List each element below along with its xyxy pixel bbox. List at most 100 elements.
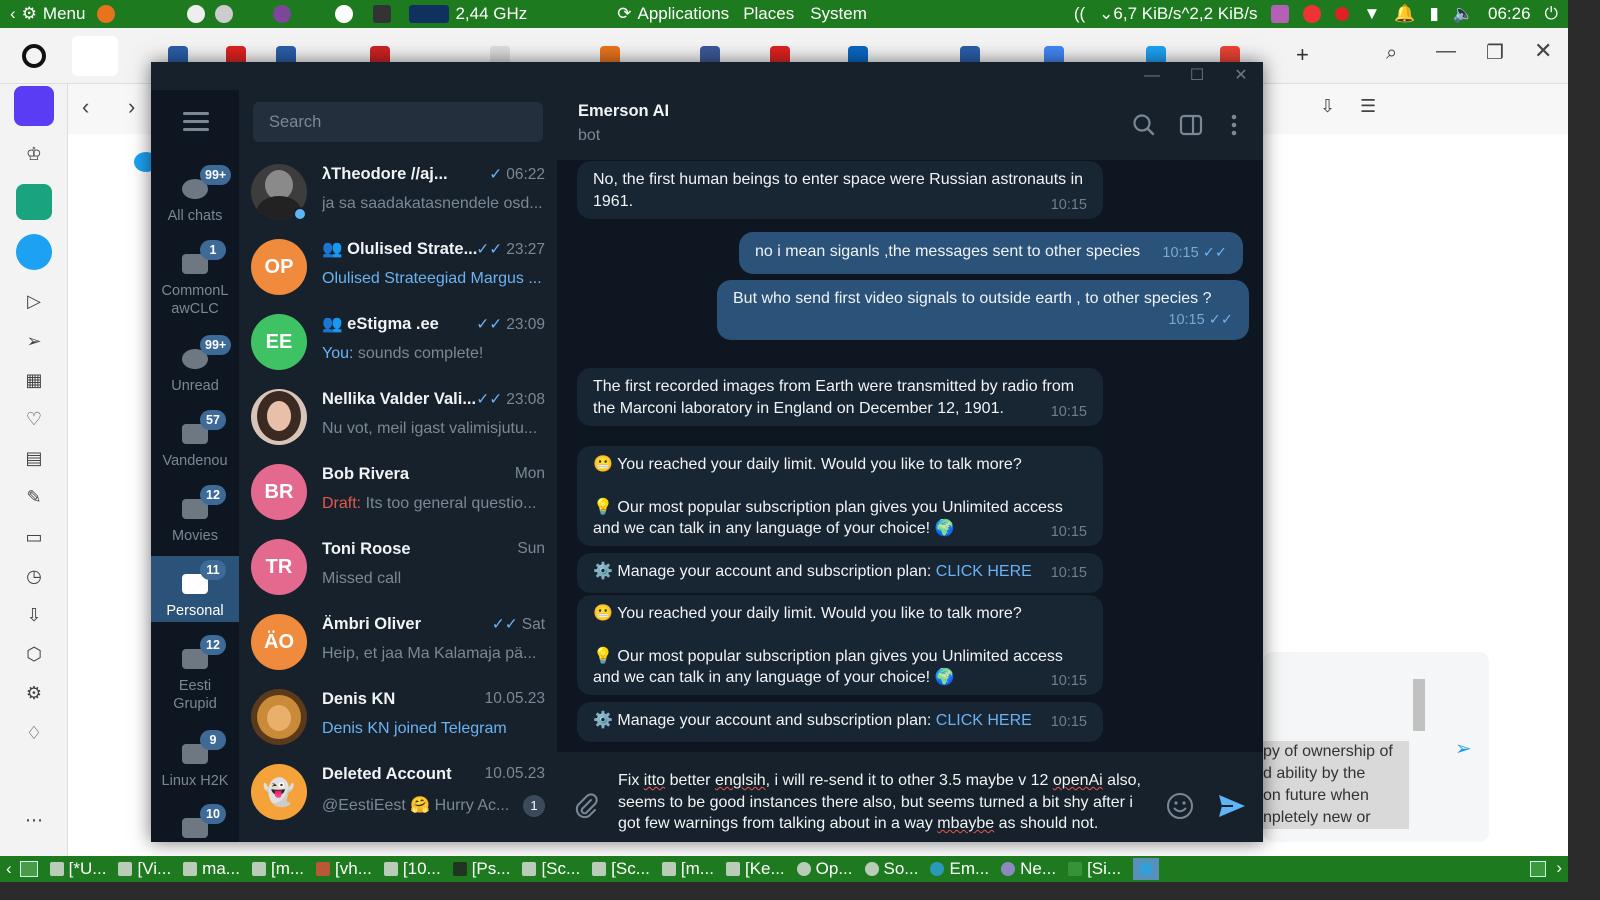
- chat-item-theodore[interactable]: λTheodore //aj... ✓ 06:22 ja sa saadakata…: [239, 155, 557, 230]
- folder-personal[interactable]: 11 Personal: [151, 556, 239, 622]
- lightbulb-icon[interactable]: ♢: [22, 721, 46, 745]
- edit-icon[interactable]: ✎: [22, 485, 46, 509]
- wallet-icon[interactable]: ▭: [22, 525, 46, 549]
- heart-icon[interactable]: ♡: [22, 407, 46, 431]
- folder-commonlawclc[interactable]: 1 CommonL awCLC: [151, 240, 239, 318]
- download-icon[interactable]: ⇩: [1320, 96, 1335, 117]
- back-button[interactable]: ‹: [82, 94, 89, 120]
- taskbar-item[interactable]: [*U...: [49, 859, 106, 879]
- crown-icon[interactable]: ♔: [22, 142, 46, 166]
- player-icon[interactable]: ▷: [22, 289, 46, 313]
- send-icon[interactable]: ➢: [1455, 736, 1472, 761]
- taskbar-item[interactable]: [Sc...: [522, 859, 580, 879]
- send-icon[interactable]: ➢: [22, 329, 46, 353]
- attach-icon[interactable]: [573, 792, 599, 820]
- chat-item-olulised[interactable]: OP 👥 Olulised Strate... ✓✓ 23:27 Olulised…: [239, 230, 557, 305]
- chat-item-ambri-oliver[interactable]: ÄO Ämbri Oliver ✓✓ Sat Heip, et jaa Ma Ka…: [239, 605, 557, 680]
- record-icon[interactable]: [1335, 7, 1350, 21]
- scrollbar[interactable]: [1413, 679, 1425, 731]
- twitter-icon[interactable]: [16, 234, 52, 270]
- chat-item-toni-roose[interactable]: TR Toni Roose Sun Missed call: [239, 530, 557, 605]
- firefox-icon[interactable]: [97, 5, 116, 23]
- taskbar-item[interactable]: [Vi...: [118, 859, 171, 879]
- chat-item-nellika[interactable]: Nellika Valder Vali... ✓✓ 23:08 Nu vot, m…: [239, 380, 557, 455]
- clock[interactable]: 06:26: [1488, 4, 1531, 24]
- message-incoming[interactable]: 😬 You reached your daily limit. Would yo…: [577, 446, 1103, 546]
- places-menu[interactable]: Places: [743, 4, 794, 24]
- search-input[interactable]: Search: [253, 102, 543, 142]
- workspace-icon[interactable]: [14, 86, 54, 126]
- restore-icon[interactable]: ❐: [1486, 40, 1504, 65]
- sidebar-toggle-icon[interactable]: [1178, 112, 1204, 138]
- new-tab-button[interactable]: +: [1296, 42, 1309, 68]
- taskbar-item-active[interactable]: [1133, 858, 1160, 880]
- taskbar-item[interactable]: [Sc...: [592, 859, 650, 879]
- message-incoming[interactable]: ⚙️ Manage your account and subscription …: [577, 553, 1103, 593]
- inkscape-icon[interactable]: [187, 5, 206, 23]
- tray-app-icon[interactable]: [1271, 5, 1290, 23]
- taskbar-item-telegram[interactable]: Em...: [930, 859, 989, 879]
- message-outgoing[interactable]: But who send first video signals to outs…: [717, 280, 1249, 340]
- message-outgoing[interactable]: no i mean siganls ,the messages sent to …: [739, 232, 1243, 274]
- taskbar-item[interactable]: So...: [864, 859, 918, 879]
- folder-all-chats[interactable]: 99+ All chats: [151, 165, 239, 225]
- minimize-icon[interactable]: —: [1142, 66, 1162, 86]
- maximize-icon[interactable]: ☐: [1187, 66, 1207, 86]
- pinned-tab[interactable]: [72, 36, 118, 76]
- taskbar-item[interactable]: [m...: [661, 859, 714, 879]
- terminal-icon[interactable]: [373, 5, 392, 23]
- taskbar-item[interactable]: [Si...: [1068, 859, 1121, 879]
- download-icon[interactable]: ⇩: [22, 603, 46, 627]
- taskbar-item[interactable]: ma...: [183, 859, 240, 879]
- message-input[interactable]: Fix itto better englsih, i will re-send …: [618, 770, 1153, 835]
- system-menu[interactable]: System: [810, 4, 867, 24]
- settings-icon[interactable]: [215, 5, 234, 23]
- emoji-icon[interactable]: [1166, 792, 1194, 820]
- more-vertical-icon[interactable]: [1221, 112, 1247, 138]
- message-incoming[interactable]: 😬 You reached your daily limit. Would yo…: [577, 595, 1103, 695]
- message-incoming[interactable]: No, the first human beings to enter spac…: [577, 161, 1103, 219]
- send-button[interactable]: [1217, 792, 1247, 820]
- click-here-link[interactable]: CLICK HERE: [936, 712, 1032, 729]
- click-here-link[interactable]: CLICK HERE: [936, 563, 1032, 580]
- folder-unread[interactable]: 99+ Unread: [151, 335, 239, 395]
- chat-item-denis-kn[interactable]: Denis KN 10.05.23 Denis KN joined Telegr…: [239, 680, 557, 755]
- close-icon[interactable]: ✕: [1231, 66, 1251, 86]
- taskbar-item[interactable]: Op...: [796, 859, 853, 879]
- taskbar-item[interactable]: [m...: [251, 859, 304, 879]
- opera-icon[interactable]: [335, 5, 354, 23]
- chevron-left-icon[interactable]: ‹: [6, 859, 12, 879]
- show-desktop-icon[interactable]: [19, 861, 38, 877]
- forward-button[interactable]: ›: [128, 94, 135, 120]
- volume-icon[interactable]: 🔈: [1453, 4, 1474, 24]
- tray-app-icon[interactable]: [1530, 861, 1546, 877]
- more-icon[interactable]: ⋯: [22, 808, 46, 832]
- folder-movies[interactable]: 12 Movies: [151, 485, 239, 545]
- chat-title[interactable]: Emerson AI: [578, 102, 669, 121]
- message-incoming[interactable]: ⚙️ Manage your account and subscription …: [577, 702, 1103, 742]
- settings-icon[interactable]: ⚙: [22, 681, 46, 705]
- history-icon[interactable]: ◷: [22, 564, 46, 588]
- menu-button[interactable]: ‹ ⚙ Menu: [10, 4, 85, 24]
- cube-icon[interactable]: ⬡: [22, 642, 46, 666]
- search-icon[interactable]: [1131, 112, 1157, 138]
- folder-linux-h2k[interactable]: 9 Linux H2K: [151, 730, 239, 790]
- tor-icon[interactable]: [273, 5, 292, 23]
- wifi-signal-icon[interactable]: ▼: [1363, 4, 1380, 24]
- chrome-icon[interactable]: [1303, 5, 1322, 23]
- taskbar-item[interactable]: [Ke...: [725, 859, 785, 879]
- power-icon[interactable]: ⏻: [1545, 4, 1558, 24]
- minimize-icon[interactable]: —: [1436, 40, 1456, 63]
- taskbar-item[interactable]: [10...: [383, 859, 441, 879]
- chat-item-bob-rivera[interactable]: BR Bob Rivera Mon Draft: Its too general…: [239, 455, 557, 530]
- search-tabs-icon[interactable]: ⌕: [1386, 42, 1397, 65]
- taskbar-item[interactable]: [Ps...: [452, 859, 510, 879]
- chevron-right-icon[interactable]: ›: [1556, 858, 1562, 878]
- apps-icon[interactable]: ▦: [22, 368, 46, 392]
- close-icon[interactable]: ✕: [1534, 38, 1552, 64]
- taskbar-item[interactable]: [vh...: [316, 859, 372, 879]
- hamburger-menu-button[interactable]: [183, 112, 209, 132]
- easy-setup-icon[interactable]: ☰: [1360, 96, 1376, 117]
- folder-eesti-grupid[interactable]: 12 Eesti Grupid: [151, 635, 239, 713]
- chat-item-deleted-account[interactable]: 👻 Deleted Account 10.05.23 @EestiEest 🤗 …: [239, 755, 557, 830]
